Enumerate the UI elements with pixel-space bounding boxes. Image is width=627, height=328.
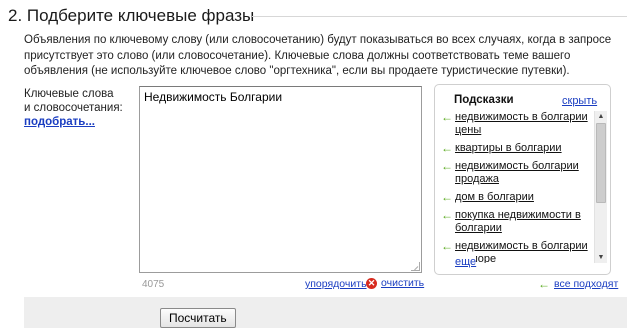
clear-x-icon[interactable]: ✕ — [366, 277, 377, 289]
keywords-label-line1: Ключевые слова — [24, 88, 114, 100]
hints-title: Подсказки — [454, 94, 514, 106]
sort-link[interactable]: упорядочить — [305, 278, 367, 290]
section-description: Объявления по ключевому слову (или слово… — [24, 34, 612, 77]
hint-item[interactable]: ← покупка недвижимости в болгарии — [441, 209, 593, 235]
scroll-down-icon[interactable]: ▼ — [595, 252, 607, 263]
left-arrow-icon[interactable]: ← — [538, 277, 550, 291]
bottom-action-bar — [24, 297, 627, 328]
calculate-button[interactable]: Посчитать — [160, 308, 236, 328]
all-fit-link[interactable]: все подходят — [554, 278, 618, 290]
hint-item[interactable]: ← дом в болгарии — [441, 191, 593, 204]
left-arrow-icon[interactable]: ← — [441, 111, 453, 124]
left-arrow-icon[interactable]: ← — [441, 142, 453, 155]
title-divider — [252, 16, 627, 17]
more-hints-link[interactable]: еще — [455, 256, 477, 268]
left-arrow-icon[interactable]: ← — [441, 209, 453, 222]
hide-hints-link[interactable]: скрыть — [562, 95, 597, 107]
keywords-textarea[interactable]: Недвижимость Болгарии — [139, 86, 422, 273]
pick-keywords-link[interactable]: подобрать... — [24, 115, 123, 129]
all-fit-control[interactable]: ← все подходят — [538, 277, 618, 291]
scroll-thumb[interactable] — [596, 123, 606, 203]
hints-list: ← недвижимость в болгарии цены ← квартиры … — [441, 111, 593, 263]
left-arrow-icon[interactable]: ← — [441, 191, 453, 204]
char-count: 4075 — [142, 279, 165, 290]
hint-item[interactable]: ← недвижимость болгарии продажа — [441, 160, 593, 186]
scroll-up-icon[interactable]: ▲ — [595, 111, 607, 122]
hint-item[interactable]: ← недвижимость в болгарии цены — [441, 111, 593, 137]
resize-grip-icon[interactable] — [411, 262, 420, 271]
left-arrow-icon[interactable]: ← — [441, 240, 453, 253]
section-title: 2. Подберите ключевые фразы — [8, 6, 255, 25]
keywords-text: Недвижимость Болгарии — [144, 90, 283, 104]
left-arrow-icon[interactable]: ← — [441, 160, 453, 173]
clear-link[interactable]: очистить — [381, 277, 424, 289]
hints-panel: Подсказки скрыть ← недвижимость в болгари… — [434, 84, 611, 275]
clear-control[interactable]: ✕ очистить — [366, 277, 424, 289]
hints-scrollbar[interactable]: ▲ ▼ — [594, 111, 607, 263]
hint-item[interactable]: ← квартиры в болгарии — [441, 142, 593, 155]
keywords-label: Ключевые слова и словосочетания: подобра… — [24, 87, 123, 129]
keywords-label-line2: и словосочетания: — [24, 102, 123, 114]
